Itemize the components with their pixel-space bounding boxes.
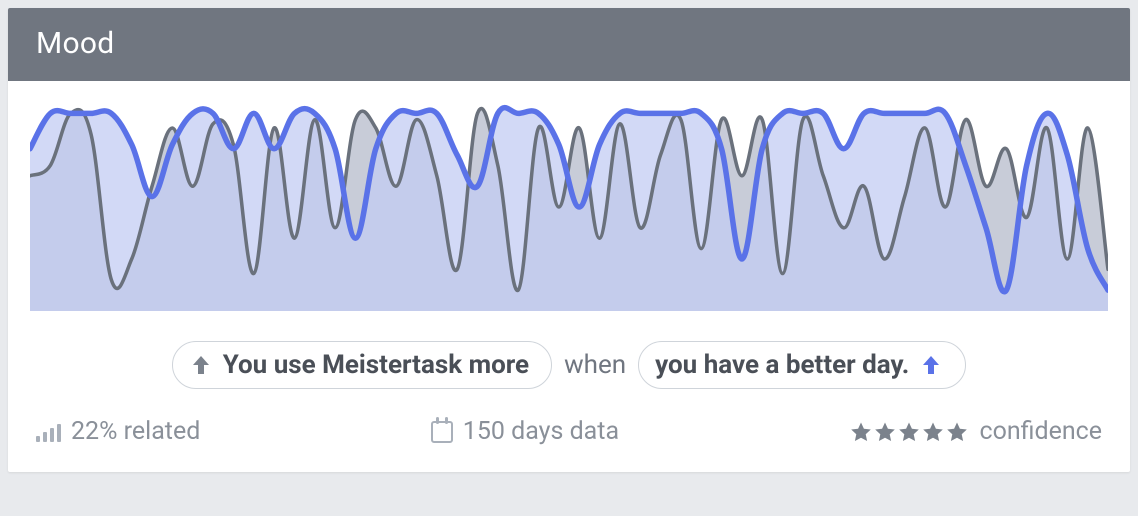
calendar-icon (431, 421, 453, 443)
card-title: Mood (36, 26, 115, 61)
insight-pill-1-text: You use Meistertask more (223, 350, 529, 380)
mood-chart (30, 103, 1108, 311)
arrow-up-icon (189, 353, 213, 377)
confidence-metric: confidence (849, 417, 1102, 446)
card-header: Mood (8, 8, 1130, 81)
data-span-metric: 150 days data (431, 417, 619, 446)
card-footer: 22% related 150 days data confidence (8, 417, 1130, 472)
related-text: 22% related (71, 417, 200, 446)
star-icon (897, 420, 921, 444)
related-metric: 22% related (36, 417, 200, 446)
signal-bars-icon (36, 422, 61, 442)
insight-row: You use Meistertask more when you have a… (8, 321, 1130, 417)
data-span-text: 150 days data (463, 417, 619, 446)
confidence-stars (849, 420, 969, 444)
insight-connector: when (564, 350, 626, 380)
star-icon (945, 420, 969, 444)
star-icon (873, 420, 897, 444)
arrow-up-icon (919, 353, 943, 377)
insight-pill-2-text: you have a better day. (655, 350, 909, 380)
confidence-text: confidence (979, 417, 1102, 446)
star-icon (921, 420, 945, 444)
mood-card: Mood You use Meistertask more when you h… (8, 8, 1130, 472)
star-icon (849, 420, 873, 444)
insight-pill-1: You use Meistertask more (172, 341, 552, 389)
chart-container (8, 81, 1130, 321)
insight-pill-2: you have a better day. (638, 341, 966, 389)
